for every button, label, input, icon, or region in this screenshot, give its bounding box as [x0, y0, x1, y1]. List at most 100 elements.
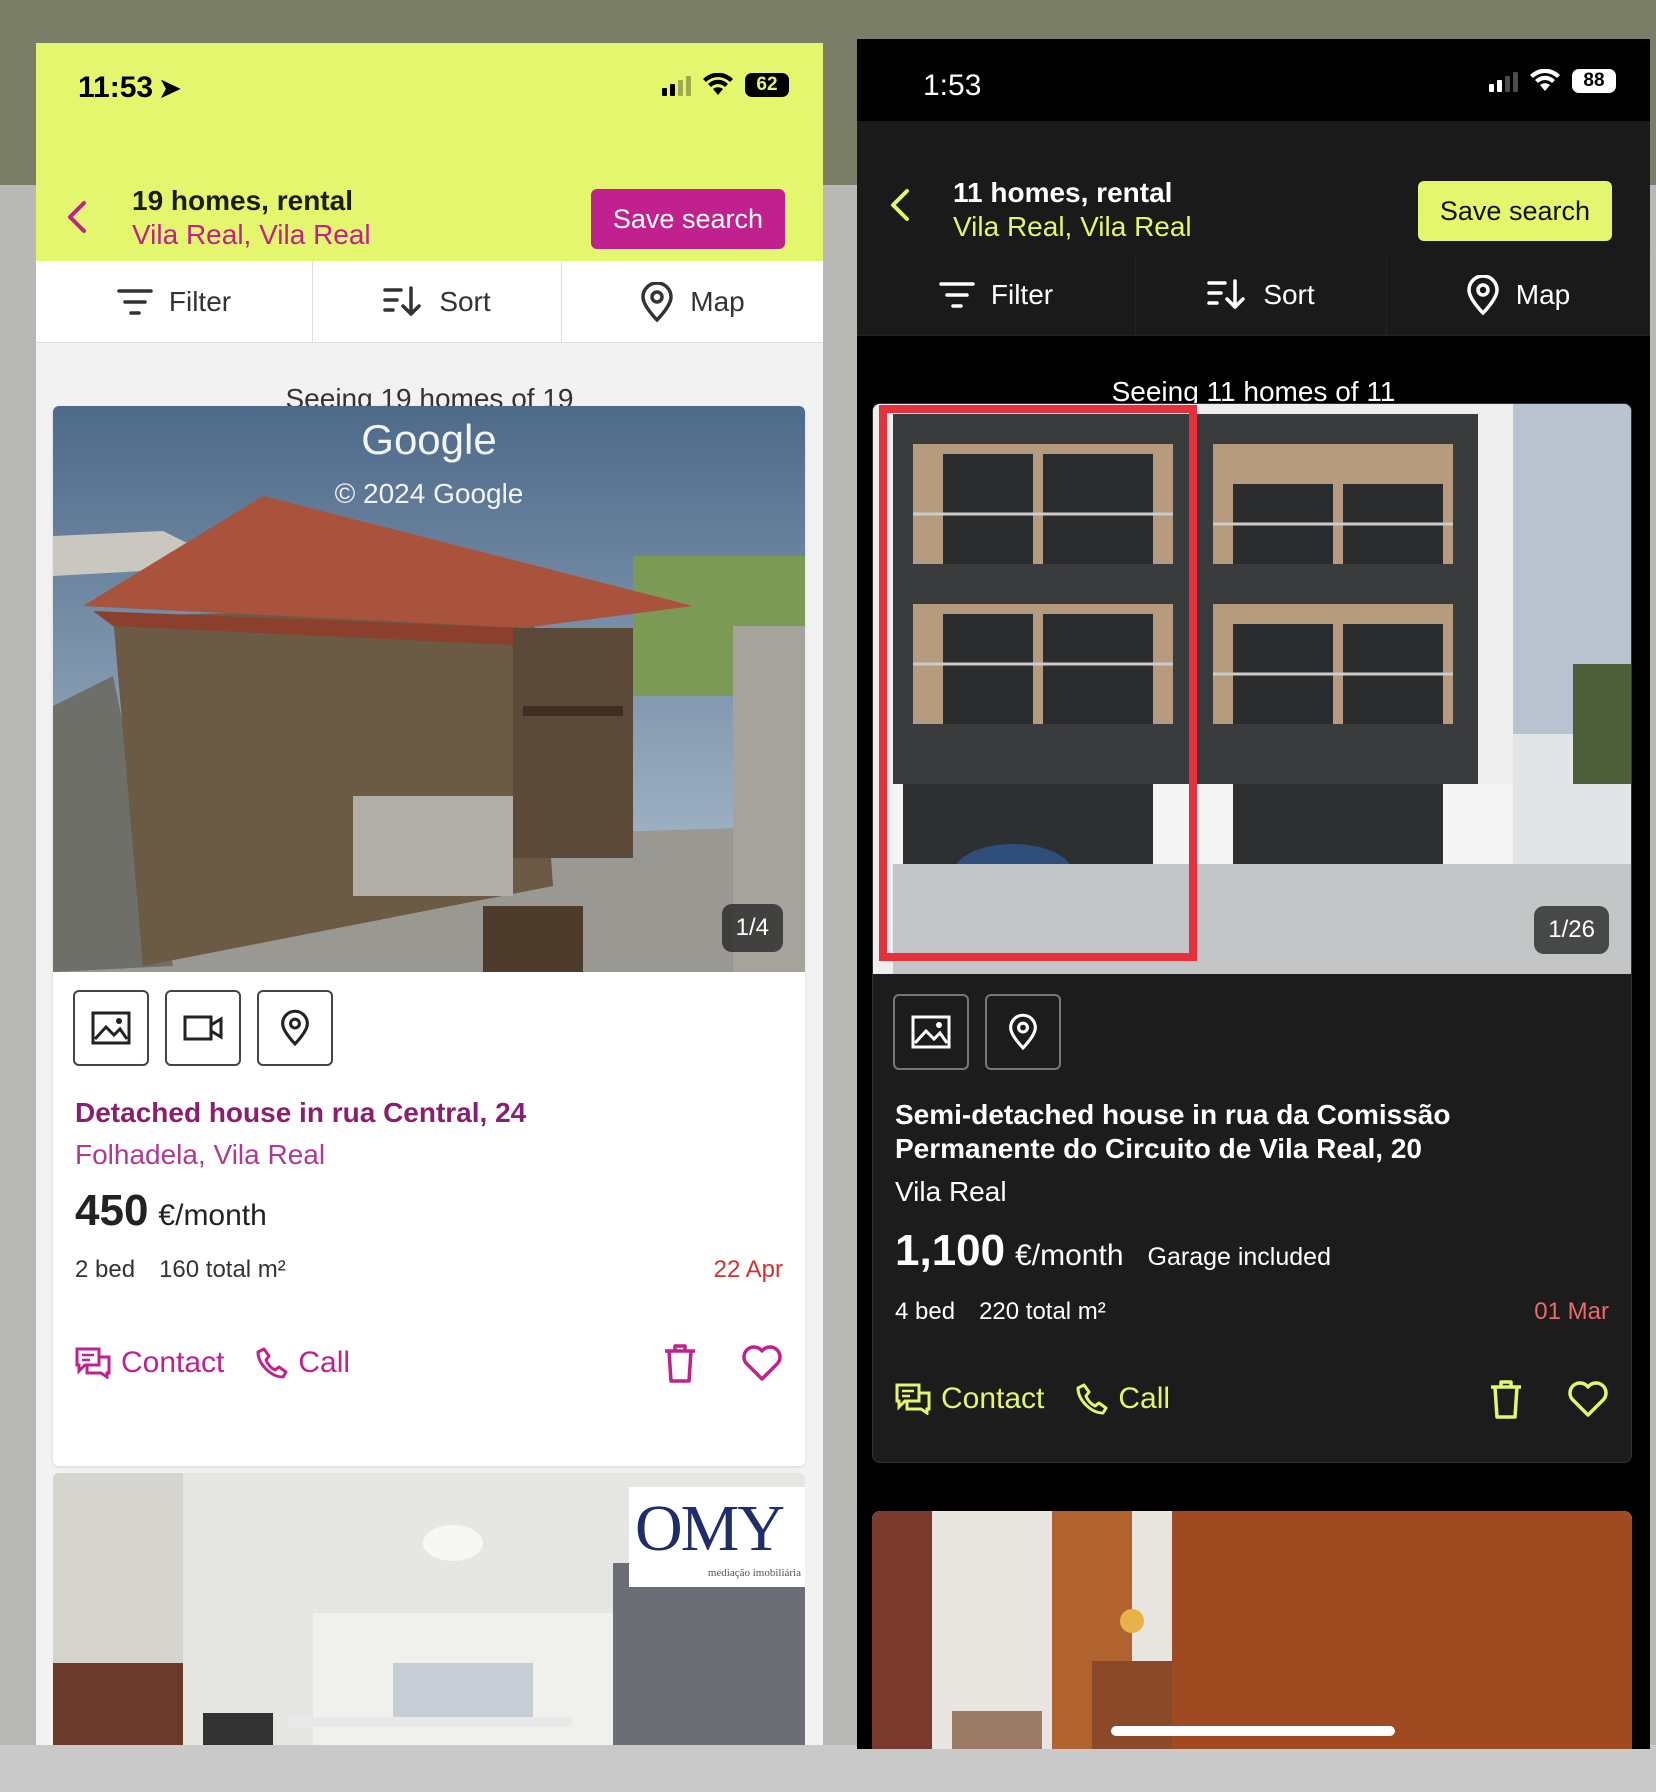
- map-pin-icon: [1009, 1013, 1037, 1051]
- chat-icon: [895, 1383, 931, 1415]
- map-pin-icon: [281, 1009, 309, 1047]
- chat-icon: [75, 1347, 111, 1379]
- listing-specs: 2 bed 160 total m²: [75, 1256, 286, 1284]
- agency-logo: OMY mediação imobiliária: [629, 1487, 805, 1587]
- status-time: 1:53: [923, 69, 982, 102]
- left-phone-screen: 11:53 ➤ 62 19 homes, rental Vila Real, Vi…: [36, 43, 823, 1745]
- listing-location: Vila Real: [895, 1176, 1007, 1207]
- call-button[interactable]: Call: [256, 1346, 350, 1380]
- filter-button[interactable]: Filter: [857, 254, 1136, 335]
- agency-logo-text: OMY: [635, 1492, 785, 1565]
- heart-icon[interactable]: [1567, 1380, 1609, 1418]
- back-chevron-icon[interactable]: [881, 185, 921, 225]
- call-label: Call: [298, 1346, 351, 1379]
- image-icon: [91, 1011, 131, 1045]
- listing-price: 1,100 €/month Garage included: [895, 1226, 1331, 1276]
- filter-label: Filter: [990, 278, 1054, 310]
- photo-watermark-title: Google: [361, 416, 497, 463]
- signal-icon: [1489, 70, 1518, 92]
- heart-icon[interactable]: [741, 1344, 783, 1382]
- photo-counter: 1/26: [1534, 906, 1609, 954]
- image-icon: [911, 1015, 951, 1049]
- photo-counter: 1/4: [721, 904, 783, 952]
- trash-icon[interactable]: [1489, 1379, 1523, 1419]
- battery-icon: 62: [745, 73, 789, 97]
- contact-label: Contact: [121, 1346, 225, 1379]
- map-label: Map: [1515, 278, 1571, 310]
- contact-button[interactable]: Contact: [895, 1382, 1044, 1416]
- sort-label: Sort: [1263, 278, 1315, 310]
- garage-badge: Garage included: [1147, 1243, 1331, 1271]
- status-time: 11:53 ➤: [78, 71, 181, 104]
- back-chevron-icon[interactable]: [58, 197, 98, 237]
- header: 19 homes, rental Vila Real, Vila Real Sa…: [36, 125, 823, 261]
- header: 11 homes, rental Vila Real, Vila Real Sa…: [857, 121, 1650, 254]
- listing-title[interactable]: Semi-detached house in rua da Comissão P…: [895, 1098, 1595, 1166]
- right-phone-screen: 1:53 88 11 homes, rental Vila Real, Vila…: [857, 39, 1650, 1749]
- price-unit: €/month: [158, 1199, 267, 1232]
- listing-photo[interactable]: Google © 2024 Google 1/4: [53, 406, 805, 972]
- price-unit: €/month: [1015, 1239, 1124, 1272]
- toolbar: Filter Sort Map: [857, 254, 1650, 336]
- listing-actions: Contact Call: [895, 1374, 1609, 1424]
- total-area: 160 total m²: [159, 1256, 286, 1283]
- listing-card[interactable]: Google © 2024 Google 1/4 Detached house …: [53, 406, 805, 1466]
- location-arrow-icon: ➤: [159, 73, 181, 103]
- agency-logo-subtitle: mediação imobiliária: [707, 1567, 801, 1579]
- phone-icon: [1076, 1383, 1108, 1415]
- filter-button[interactable]: Filter: [36, 261, 313, 342]
- listing-specs: 4 bed 220 total m²: [895, 1298, 1106, 1326]
- phone-icon: [256, 1347, 288, 1379]
- listing-location: Folhadela, Vila Real: [75, 1139, 326, 1170]
- filter-icon: [939, 281, 975, 308]
- contact-label: Contact: [941, 1382, 1045, 1415]
- save-search-button[interactable]: Save search: [1417, 181, 1612, 241]
- save-search-button[interactable]: Save search: [590, 189, 785, 249]
- gallery-button[interactable]: [893, 994, 969, 1070]
- bedrooms: 2 bed: [75, 1256, 136, 1283]
- map-pin-icon: [1467, 274, 1499, 315]
- video-button[interactable]: [165, 990, 241, 1066]
- call-label: Call: [1118, 1382, 1171, 1415]
- location-button[interactable]: [257, 990, 333, 1066]
- listing-photo[interactable]: 1/26: [873, 404, 1631, 974]
- header-location: Vila Real, Vila Real: [132, 219, 371, 250]
- header-title: 19 homes, rental: [132, 185, 353, 216]
- listing-date: 01 Mar: [1534, 1298, 1609, 1325]
- map-pin-icon: [641, 281, 674, 322]
- status-bar: 11:53 ➤ 62: [36, 43, 823, 125]
- header-title: 11 homes, rental: [953, 177, 1173, 208]
- gallery-button[interactable]: [73, 990, 149, 1066]
- map-button[interactable]: Map: [562, 261, 823, 342]
- sort-label: Sort: [439, 285, 491, 317]
- map-label: Map: [690, 285, 745, 317]
- trash-icon[interactable]: [663, 1343, 697, 1383]
- price-value: 1,100: [895, 1226, 1006, 1275]
- map-button[interactable]: Map: [1387, 254, 1650, 335]
- sort-button[interactable]: Sort: [1136, 254, 1387, 335]
- background-bottom: [0, 1745, 1656, 1792]
- call-button[interactable]: Call: [1076, 1382, 1170, 1416]
- signal-icon: [662, 74, 691, 96]
- interior-photo-illustration: [872, 1511, 1632, 1749]
- listing-title[interactable]: Detached house in rua Central, 24: [75, 1096, 526, 1130]
- location-button[interactable]: [985, 994, 1061, 1070]
- sort-icon: [1207, 278, 1246, 309]
- sort-button[interactable]: Sort: [313, 261, 562, 342]
- wifi-icon: [1530, 69, 1560, 91]
- home-indicator[interactable]: [1111, 1726, 1395, 1736]
- contact-button[interactable]: Contact: [75, 1346, 224, 1380]
- status-bar: 1:53 88: [857, 39, 1650, 121]
- listing-card-next[interactable]: OMY mediação imobiliária: [53, 1473, 805, 1745]
- sort-icon: [383, 285, 422, 316]
- listing-date: 22 Apr: [713, 1256, 783, 1283]
- listing-card-next[interactable]: [872, 1511, 1632, 1749]
- wifi-icon: [703, 73, 733, 95]
- video-icon: [183, 1015, 223, 1041]
- photo-watermark-copyright: © 2024 Google: [334, 478, 524, 509]
- listing-card[interactable]: 1/26 Semi-detached house in rua da Comis…: [872, 403, 1632, 1463]
- listing-price: 450 €/month: [75, 1186, 267, 1236]
- home-indicator[interactable]: [288, 1717, 572, 1727]
- building-photo-illustration: [873, 404, 1631, 974]
- battery-icon: 88: [1572, 69, 1616, 93]
